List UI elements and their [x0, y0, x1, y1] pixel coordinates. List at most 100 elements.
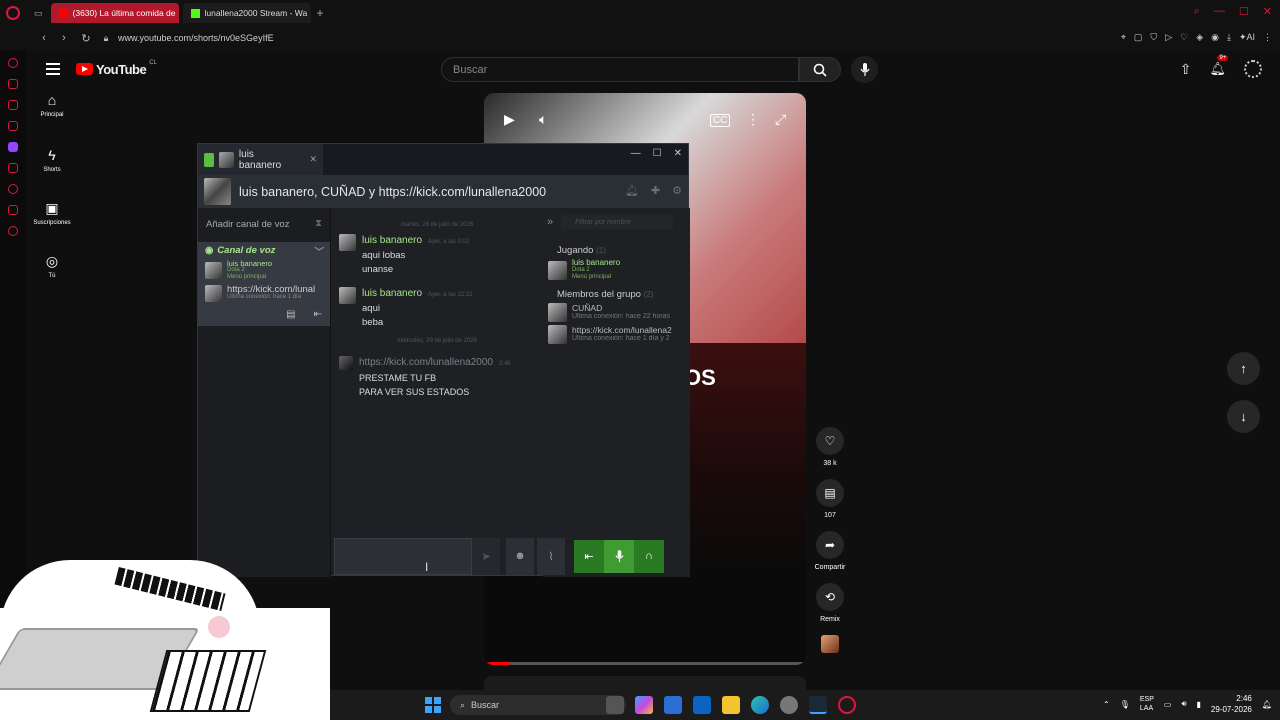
snapshot-icon[interactable]: ▢ [1134, 32, 1143, 43]
comments-button[interactable]: ▤ [816, 479, 844, 507]
input-language[interactable]: ESP LAA [1140, 695, 1154, 713]
network-icon[interactable]: ▭ [1164, 700, 1172, 709]
like-button[interactable]: ♡ [816, 427, 844, 455]
new-tab-button[interactable]: + [317, 6, 324, 20]
copilot-icon[interactable] [635, 696, 653, 714]
settings-icon[interactable] [780, 696, 798, 714]
search-button[interactable] [799, 57, 841, 82]
message-author[interactable]: luis bananero [362, 234, 422, 248]
fullscreen-icon[interactable]: ⤢ [775, 111, 786, 128]
download-icon[interactable]: ⤓ [1227, 32, 1231, 43]
upload-icon[interactable]: ⇧ [1180, 61, 1192, 78]
maximize-icon[interactable]: ☐ [653, 148, 662, 159]
guide-item-home[interactable]: ⌂ Principal [26, 92, 78, 118]
twitch-icon[interactable] [8, 142, 18, 152]
member-filter-input[interactable]: Filtrar por nombre [561, 215, 674, 229]
add-voice-channel-button[interactable]: Añadir canal de voz ⧗ [198, 208, 330, 240]
steam-icon[interactable] [809, 696, 827, 714]
aria-ai-icon[interactable]: ✦AI [1239, 32, 1255, 43]
notifications-button[interactable]: 🔔︎ 9+ [1209, 55, 1229, 77]
minimize-icon[interactable]: — [631, 148, 641, 159]
send-button[interactable]: ➤ [472, 537, 500, 575]
microphone-tray-icon[interactable]: 🎙︎ [1120, 700, 1130, 709]
edge-icon[interactable] [751, 696, 769, 714]
volume-icon[interactable]: 🔈︎ [539, 111, 547, 128]
avatar[interactable] [339, 234, 356, 251]
deafen-button[interactable]: ∩ [634, 540, 664, 573]
sound-thumbnail[interactable] [821, 635, 839, 653]
voice-member[interactable]: https://kick.com/lunal Última conexión: … [198, 284, 330, 302]
store-icon[interactable] [664, 696, 682, 714]
tab-kick[interactable]: lunallena2000 Stream - Wa [182, 3, 311, 23]
message-author[interactable]: https://kick.com/lunallena2000 [359, 356, 493, 370]
mute-microphone-button[interactable] [604, 539, 634, 573]
chevron-up-icon[interactable]: ⌃ [1103, 700, 1110, 709]
emoticon-button[interactable]: ☻ [506, 537, 534, 575]
search-tabs-icon[interactable]: ⌕ [1194, 5, 1200, 18]
clock[interactable]: 2:46 29-07-2026 [1211, 693, 1252, 715]
next-short-button[interactable]: ↓ [1227, 400, 1260, 433]
voice-member[interactable]: luis bananero Dota 2 Menú principal [198, 260, 330, 281]
volume-icon[interactable]: 🔊︎ [1181, 699, 1186, 709]
message-author[interactable]: luis bananero [362, 287, 422, 301]
chat-tab[interactable]: luis bananero ✕ [198, 144, 323, 175]
pin-icon[interactable]: ⌖ [1121, 32, 1126, 43]
voice-channel[interactable]: ◉ Canal de voz ﹀ luis bananero Dota 2 Me… [198, 242, 330, 326]
leave-voice-icon[interactable]: ⇤ [314, 309, 322, 320]
pinboard-icon[interactable] [8, 205, 18, 215]
close-icon[interactable]: ✕ [674, 148, 682, 159]
remix-button[interactable]: ⟲ [816, 583, 844, 611]
guide-item-subscriptions[interactable]: ▣ Suscripciones [26, 200, 78, 226]
heart-icon[interactable]: ♡ [1180, 32, 1188, 43]
captions-icon[interactable]: CC [710, 114, 731, 127]
guide-item-shorts[interactable]: ϟ Shorts [26, 147, 78, 173]
bell-icon[interactable]: 🔔︎ [625, 184, 639, 197]
opera-icon[interactable] [838, 696, 856, 714]
close-icon[interactable]: ✕ [1263, 5, 1272, 18]
cube-icon[interactable]: ◈ [1196, 32, 1203, 43]
play-button-icon[interactable]: ▶ [504, 111, 515, 128]
task-view-icon[interactable] [606, 696, 624, 714]
forward-icon[interactable]: › [56, 32, 72, 44]
reload-icon[interactable]: ↻ [78, 32, 94, 45]
add-friend-icon[interactable]: ✚ [651, 184, 660, 197]
gear-icon[interactable]: ⚙ [672, 184, 682, 197]
video-progress-bar[interactable] [484, 662, 806, 665]
messenger-icon[interactable] [8, 79, 18, 89]
play-icon[interactable]: ▷ [1165, 32, 1172, 43]
close-tab-icon[interactable]: ✕ [309, 154, 317, 165]
voice-search-button[interactable] [851, 56, 878, 83]
back-icon[interactable]: ‹ [36, 32, 52, 44]
player-icon[interactable] [8, 163, 18, 173]
maximize-icon[interactable]: ☐ [1239, 5, 1249, 18]
youtube-logo[interactable]: YouTube CL [76, 60, 157, 77]
opera-logo-icon[interactable] [6, 6, 20, 20]
tab-overview-icon[interactable]: ▭ [34, 8, 43, 19]
avatar[interactable] [339, 287, 356, 304]
history-icon[interactable] [8, 184, 18, 194]
guide-item-you[interactable]: ◎ Tú [26, 253, 78, 279]
avatar[interactable] [339, 356, 353, 370]
search-input[interactable]: Buscar [441, 57, 799, 82]
minimize-icon[interactable]: — [1214, 5, 1225, 18]
aria-icon[interactable] [8, 58, 18, 68]
more-options-icon[interactable]: ⋮ [746, 111, 760, 128]
menu-icon[interactable]: ⋮ [1263, 32, 1272, 43]
member-row[interactable]: CUÑAD Última conexión: hace 22 horas [543, 303, 690, 322]
url-field[interactable]: www.youtube.com/shorts/nv0eSGeyIfE [118, 33, 274, 43]
voice-settings-icon[interactable]: ▤ [286, 309, 295, 320]
attach-button[interactable]: ⌇ [537, 537, 565, 575]
share-button[interactable]: ➦ [816, 531, 844, 559]
member-row[interactable]: luis bananero Dota 2 Menú principal [543, 259, 690, 281]
notifications-icon[interactable]: 🔔︎ [1262, 700, 1272, 709]
hamburger-menu-icon[interactable] [46, 63, 60, 75]
camera-icon[interactable]: ◉ [1211, 32, 1219, 43]
file-explorer-icon[interactable] [722, 696, 740, 714]
instagram-icon[interactable] [8, 121, 18, 131]
leave-voice-button[interactable]: ⇤ [574, 540, 604, 573]
chat-message-input[interactable] [334, 537, 472, 575]
whatsapp-icon[interactable] [8, 100, 18, 110]
shield-icon[interactable]: ⛉ [1150, 32, 1157, 43]
collapse-panel-icon[interactable]: » [547, 216, 553, 228]
outlook-icon[interactable] [693, 696, 711, 714]
